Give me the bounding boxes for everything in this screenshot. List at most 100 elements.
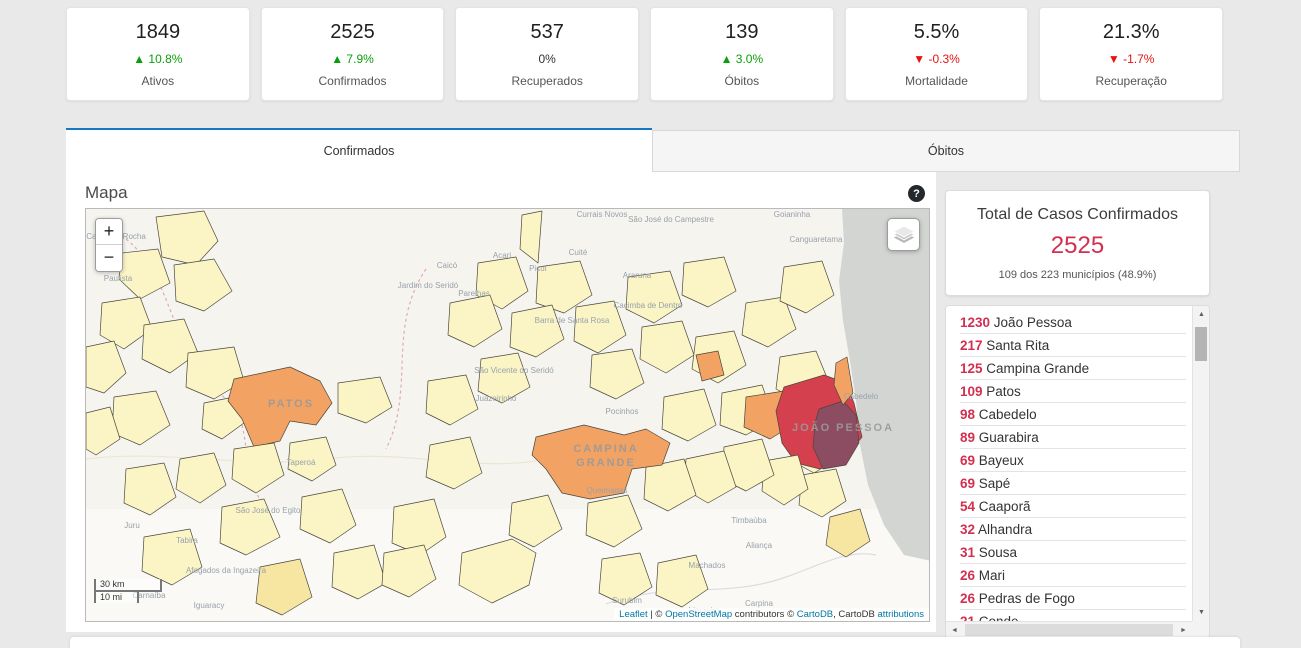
map-town-label: Goianinha (774, 210, 811, 219)
zoom-out-button[interactable]: − (96, 245, 122, 271)
map-town-label: Carpina (745, 599, 774, 608)
map-town-label: Picuí (529, 264, 548, 273)
scroll-down-arrow[interactable]: ▼ (1193, 604, 1210, 621)
layers-button[interactable] (887, 218, 920, 251)
map-town-label: Jardim do Seridó (398, 281, 459, 290)
summary-title: Total de Casos Confirmados (946, 206, 1209, 224)
municipality-count: 26 (960, 591, 975, 606)
stat-value: 537 (530, 21, 563, 44)
tab-inactive[interactable]: Óbitos (652, 130, 1240, 172)
horizontal-scrollbar-thumb[interactable] (965, 624, 1173, 636)
map-town-label: Afogados da Ingazeira (186, 566, 267, 575)
vertical-scrollbar[interactable]: ▲ ▼ (1192, 306, 1209, 621)
help-icon[interactable]: ? (908, 185, 925, 202)
municipality-count: 26 (960, 568, 975, 583)
map-town-label: Queimadas (587, 486, 628, 495)
map-town-label: Juru (124, 521, 140, 530)
choropleth-map: Currais NovosSão José do CampestreGoiani… (86, 209, 930, 622)
municipality-row: 125 Campina Grande (960, 357, 1186, 380)
map-town-label: Caicó (437, 261, 458, 270)
stat-card: 5370%Recuperados (455, 7, 639, 101)
municipality-name: Cabedelo (975, 407, 1037, 422)
municipality-row: 21 Conde (960, 610, 1186, 621)
municipality-name: Caaporã (975, 499, 1031, 514)
municipality-row: 32 Alhandra (960, 518, 1186, 541)
municipality-row: 26 Mari (960, 564, 1186, 587)
municipality-row: 26 Pedras de Fogo (960, 587, 1186, 610)
map-town-label: Parelhas (458, 289, 490, 298)
municipality-count: 98 (960, 407, 975, 422)
attribution-text: | © (648, 609, 665, 620)
scroll-up-arrow[interactable]: ▲ (1193, 306, 1210, 323)
map-town-label: Pocinhos (606, 407, 639, 416)
stat-label: Recuperação (1096, 74, 1167, 88)
map-town-label: Currais Novos (577, 210, 628, 219)
map-town-label: Acari (493, 251, 511, 260)
municipality-row: 109 Patos (960, 380, 1186, 403)
map-town-label: Timbaúba (731, 516, 767, 525)
stat-value: 21.3% (1103, 21, 1160, 44)
summary-subtitle: 109 dos 223 municípios (48.9%) (946, 269, 1209, 281)
map-panel: Mapa ? Currais NovosSão José do Campestr… (66, 172, 936, 632)
map-title: Mapa (85, 183, 128, 203)
stat-card: 1849▲ 10.8%Ativos (66, 7, 250, 101)
stat-card: 139▲ 3.0%Óbitos (650, 7, 834, 101)
stat-value: 139 (725, 21, 758, 44)
map-town-label: Canguaretama (790, 235, 843, 244)
attribution-text: contributors © (732, 609, 797, 620)
municipality-count: 89 (960, 430, 975, 445)
municipality-name: Campina Grande (983, 361, 1090, 376)
municipality-row: 1230 João Pessoa (960, 311, 1186, 334)
municipality-list: 1230 João Pessoa217 Santa Rita125 Campin… (946, 306, 1192, 621)
municipality-name: Conde (975, 614, 1019, 621)
municipality-count: 31 (960, 545, 975, 560)
map-city-label: JOÃO PESSOA (792, 421, 894, 434)
attribution-link[interactable]: attributions (878, 609, 924, 620)
map-town-label: Cabedelo (844, 392, 879, 401)
stat-delta: ▲ 3.0% (721, 52, 764, 66)
map-town-label: Surubim (612, 596, 642, 605)
municipality-count: 109 (960, 384, 983, 399)
scrollbar-corner (1192, 621, 1209, 638)
next-section-card (70, 637, 1240, 648)
attribution-link[interactable]: Leaflet (619, 609, 648, 620)
municipality-name: Patos (983, 384, 1021, 399)
summary-card: Total de Casos Confirmados 2525 109 dos … (945, 190, 1210, 296)
stat-value: 5.5% (914, 21, 960, 44)
map-town-label: Taperoá (287, 458, 316, 467)
vertical-scrollbar-thumb[interactable] (1195, 327, 1207, 361)
municipality-count: 69 (960, 453, 975, 468)
map-city-label: GRANDE (576, 457, 636, 469)
map-town-label: Aliança (746, 541, 773, 550)
map-town-label: Iguaracy (194, 601, 225, 610)
attribution-link[interactable]: OpenStreetMap (665, 609, 732, 620)
municipality-name: Bayeux (975, 453, 1024, 468)
stat-label: Recuperados (511, 74, 582, 88)
municipality-row: 89 Guarabira (960, 426, 1186, 449)
stat-delta: ▲ 7.9% (331, 52, 374, 66)
map-scale-control: 30 km 10 mi (94, 579, 162, 603)
municipality-row: 31 Sousa (960, 541, 1186, 564)
tab-active[interactable]: Confirmados (66, 128, 652, 172)
stat-delta: ▼ -0.3% (913, 52, 960, 66)
map-city-label: CAMPINA (573, 443, 638, 455)
map-town-label: Araruna (623, 271, 652, 280)
horizontal-scrollbar[interactable]: ◄ ► (946, 621, 1192, 638)
zoom-in-button[interactable]: + (96, 219, 122, 245)
municipality-name: Santa Rita (983, 338, 1050, 353)
summary-total: 2525 (946, 232, 1209, 260)
stat-card: 5.5%▼ -0.3%Mortalidade (845, 7, 1029, 101)
scale-mi: 10 mi (94, 590, 139, 603)
municipality-name: Pedras de Fogo (975, 591, 1075, 606)
attribution-link[interactable]: CartoDB (797, 609, 833, 620)
municipality-count: 69 (960, 476, 975, 491)
municipality-count: 125 (960, 361, 983, 376)
map-town-label: Barra de Santa Rosa (535, 316, 610, 325)
map-town-label: São José do Egito (236, 506, 301, 515)
municipality-count: 21 (960, 614, 975, 621)
municipality-row: 69 Sapé (960, 472, 1186, 495)
municipality-row: 69 Bayeux (960, 449, 1186, 472)
stat-card: 21.3%▼ -1.7%Recuperação (1039, 7, 1223, 101)
leaflet-map[interactable]: Currais NovosSão José do CampestreGoiani… (85, 208, 930, 622)
municipality-row: 217 Santa Rita (960, 334, 1186, 357)
